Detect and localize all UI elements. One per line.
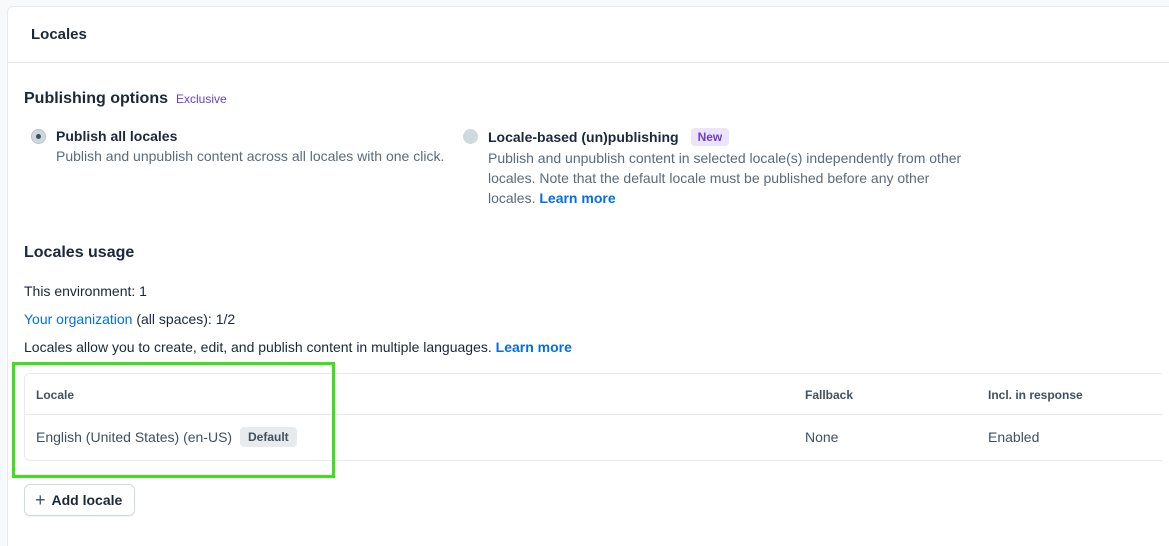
card-title: Locales [31, 26, 87, 43]
locales-info-text: Locales allow you to create, edit, and p… [24, 339, 492, 355]
column-header-fallback: Fallback [805, 388, 854, 402]
table-row[interactable]: English (United States) (en-US) Default … [25, 415, 1162, 461]
radio-locale-based[interactable] [463, 129, 478, 144]
organization-usage-count: (all spaces): 1/2 [132, 311, 236, 327]
locales-usage-title: Locales usage [24, 244, 135, 261]
radio-publish-all[interactable] [31, 129, 46, 144]
add-locale-button[interactable]: + Add locale [24, 484, 136, 516]
option-publish-all-desc: Publish and unpublish content across all… [56, 148, 445, 164]
environment-usage: This environment: 1 [24, 283, 147, 299]
default-badge: Default [240, 427, 297, 447]
locale-fallback: None [805, 429, 839, 445]
locale-response: Enabled [988, 429, 1040, 445]
learn-more-link-publishing[interactable]: Learn more [539, 190, 615, 206]
add-locale-label: Add locale [51, 492, 123, 508]
locales-table: Locale Fallback Incl. in response Englis… [24, 373, 1162, 461]
option-publish-all[interactable]: Publish all locales Publish and unpublis… [31, 128, 451, 166]
locales-info: Locales allow you to create, edit, and p… [24, 339, 572, 355]
option-locale-based-title: Locale-based (un)publishing [488, 129, 679, 145]
locales-card: Locales [7, 6, 1169, 546]
option-locale-based[interactable]: Locale-based (un)publishing New Publish … [463, 128, 973, 208]
column-header-locale: Locale [36, 388, 75, 402]
plus-icon: + [35, 490, 46, 510]
your-organization-link[interactable]: Your organization [24, 311, 132, 327]
table-header: Locale Fallback Incl. in response [25, 374, 1162, 415]
locales-usage-heading: Locales usage [24, 244, 134, 262]
exclusive-label: Exclusive [175, 92, 227, 106]
publishing-options-heading: Publishing options Exclusive [24, 90, 227, 108]
new-badge: New [690, 128, 730, 146]
option-publish-all-title: Publish all locales [56, 128, 178, 144]
locale-name[interactable]: English (United States) (en-US) [36, 429, 232, 445]
publishing-options-title: Publishing options [24, 90, 168, 107]
card-header: Locales [8, 7, 1169, 63]
learn-more-link-usage[interactable]: Learn more [496, 339, 572, 355]
column-header-response: Incl. in response [988, 388, 1083, 402]
organization-usage: Your organization (all spaces): 1/2 [24, 311, 235, 327]
